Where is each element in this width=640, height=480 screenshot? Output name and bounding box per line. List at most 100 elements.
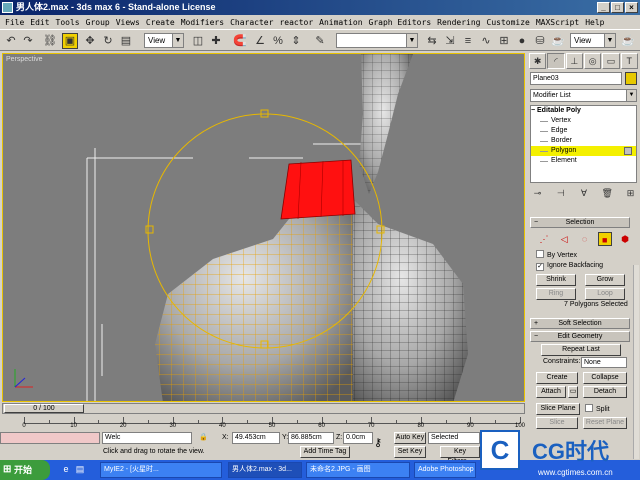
ignore-backfacing-checkbox[interactable]: ✓ Ignore Backfacing	[536, 261, 603, 271]
angle-snap-icon[interactable]: ∠	[252, 33, 268, 49]
track-bar[interactable]: 0 10 20 30 40 50 60 70 80 90 100	[2, 414, 525, 431]
utilities-tab-icon[interactable]: T	[620, 53, 638, 69]
z-coordinate-field[interactable]: 0.0cm	[343, 432, 373, 444]
key-icon[interactable]: ⚷	[374, 437, 382, 449]
menu-tools[interactable]: Tools	[53, 18, 83, 27]
snap-3d-icon[interactable]: 🧲	[232, 33, 248, 49]
make-unique-icon[interactable]: ∀	[578, 187, 591, 199]
object-name-field[interactable]: Plane03	[530, 72, 622, 85]
modifier-list-dropdown[interactable]: Modifier List ▼	[530, 89, 637, 102]
menu-rendering[interactable]: Rendering	[434, 18, 483, 27]
menu-animation[interactable]: Animation	[316, 18, 365, 27]
percent-snap-icon[interactable]: %	[270, 33, 286, 49]
maxscript-listener[interactable]	[0, 432, 100, 444]
quick-render-icon[interactable]: ☕	[550, 33, 566, 49]
menu-create[interactable]: Create	[143, 18, 178, 27]
select-link-icon[interactable]: ⛓	[42, 33, 58, 49]
create-button[interactable]: Create	[536, 372, 578, 384]
modify-tab-icon[interactable]: ◜	[547, 53, 565, 69]
configure-modifier-sets-icon[interactable]: ⊞	[624, 187, 637, 199]
menu-graph-editors[interactable]: Graph Editors	[366, 18, 435, 27]
grow-button[interactable]: Grow	[585, 274, 625, 286]
start-button[interactable]: 开始	[0, 460, 50, 480]
pin-stack-icon[interactable]: ⊸	[531, 187, 544, 199]
polygon-level-icon[interactable]: ■	[597, 232, 612, 246]
create-tab-icon[interactable]: ✱	[529, 53, 547, 69]
menu-character[interactable]: Character	[227, 18, 276, 27]
curve-editor-icon[interactable]: ∿	[478, 33, 494, 49]
perspective-viewport[interactable]: Perspective	[2, 53, 525, 402]
lock-selection-icon[interactable]: 🔒	[199, 432, 208, 444]
repeat-last-button[interactable]: Repeat Last	[541, 344, 621, 356]
time-slider-thumb[interactable]: 0 / 100	[4, 404, 84, 413]
undo-icon[interactable]: ↶	[3, 33, 19, 49]
named-selection-sets[interactable]: ▼	[336, 33, 418, 48]
reference-coord-dropdown[interactable]: View ▼	[144, 33, 184, 48]
y-coordinate-field[interactable]: 86.885cm	[288, 432, 334, 444]
status-mini-listener[interactable]: Welc	[102, 432, 192, 444]
maximize-button[interactable]: □	[611, 2, 624, 13]
stack-item-edge[interactable]: Edge	[531, 126, 636, 136]
select-object-icon[interactable]: ▣	[62, 33, 78, 49]
attach-list-button[interactable]: ▭	[568, 386, 578, 398]
schematic-view-icon[interactable]: ⊞	[496, 33, 512, 49]
selection-set-dropdown[interactable]: Selected	[428, 432, 480, 444]
shrink-button[interactable]: Shrink	[536, 274, 576, 286]
select-rotate-icon[interactable]: ↻	[100, 33, 116, 49]
key-filters-button[interactable]: Key Filters...	[440, 446, 480, 465]
display-tab-icon[interactable]: ▭	[602, 53, 620, 69]
motion-tab-icon[interactable]: ◎	[583, 53, 602, 69]
select-scale-icon[interactable]: ▤	[118, 33, 134, 49]
stack-item-element[interactable]: Element	[531, 156, 636, 166]
attach-button[interactable]: Attach	[536, 386, 566, 398]
taskbar-task[interactable]: 未命名2.JPG - 画图	[306, 462, 410, 478]
soft-selection-rollout-header[interactable]: + Soft Selection	[530, 318, 630, 329]
taskbar-task[interactable]: Adobe Photoshop	[414, 462, 476, 478]
taskbar-task[interactable]: 男人体2.max - 3d...	[228, 462, 302, 478]
close-button[interactable]: ×	[625, 2, 638, 13]
quick-render-2-icon[interactable]: ☕	[620, 33, 636, 49]
align-icon[interactable]: ⇲	[442, 33, 458, 49]
detach-button[interactable]: Detach	[583, 386, 627, 398]
menu-edit[interactable]: Edit	[27, 18, 52, 27]
auto-key-button[interactable]: Auto Key	[394, 432, 426, 444]
object-color-swatch[interactable]	[625, 72, 637, 85]
menu-modifiers[interactable]: Modifiers	[178, 18, 227, 27]
taskbar-task[interactable]: MyIE2 - [火星时...	[100, 462, 222, 478]
stack-root-editable-poly[interactable]: Editable Poly	[531, 106, 636, 116]
select-move-icon[interactable]: ✥	[82, 33, 98, 49]
element-level-icon[interactable]: ⬢	[618, 232, 632, 246]
edit-geometry-rollout-header[interactable]: − Edit Geometry	[530, 331, 630, 342]
remove-modifier-icon[interactable]: 🗑	[601, 187, 614, 199]
render-type-dropdown[interactable]: View ▼	[570, 33, 616, 48]
menu-help[interactable]: Help	[582, 18, 607, 27]
border-level-icon[interactable]: ◌	[578, 232, 592, 246]
stack-item-vertex[interactable]: Vertex	[531, 116, 636, 126]
split-checkbox[interactable]: Split	[585, 404, 610, 414]
ring-button[interactable]: Ring	[536, 288, 576, 300]
menu-customize[interactable]: Customize	[484, 18, 533, 27]
layer-manager-icon[interactable]: ≡	[460, 33, 476, 49]
menu-group[interactable]: Group	[83, 18, 113, 27]
menu-reactor[interactable]: reactor	[276, 18, 316, 27]
select-manipulate-icon[interactable]: ✚	[208, 33, 224, 49]
mirror-icon[interactable]: ⇆	[424, 33, 440, 49]
vertex-level-icon[interactable]: ⋰	[537, 232, 551, 246]
desktop-quicklaunch-icon[interactable]: ▤	[74, 463, 86, 476]
ie-quicklaunch-icon[interactable]: e	[60, 463, 72, 476]
by-vertex-checkbox[interactable]: By Vertex	[536, 250, 577, 260]
time-slider[interactable]: 0 / 100	[2, 403, 525, 414]
loop-button[interactable]: Loop	[585, 288, 625, 300]
add-time-tag-button[interactable]: Add Time Tag	[300, 446, 350, 458]
named-selection-icon[interactable]: ✎	[312, 33, 328, 49]
constraints-dropdown[interactable]: None	[581, 357, 627, 368]
minimize-button[interactable]: _	[597, 2, 610, 13]
slice-button[interactable]: Slice	[536, 417, 578, 429]
redo-icon[interactable]: ↷	[20, 33, 36, 49]
stack-item-polygon[interactable]: Polygon	[531, 146, 636, 156]
menu-views[interactable]: Views	[113, 18, 143, 27]
edge-level-icon[interactable]: ◁	[557, 232, 571, 246]
collapse-button[interactable]: Collapse	[583, 372, 627, 384]
menu-maxscript[interactable]: MAXScript	[533, 18, 582, 27]
set-key-button[interactable]: Set Key	[394, 446, 426, 458]
